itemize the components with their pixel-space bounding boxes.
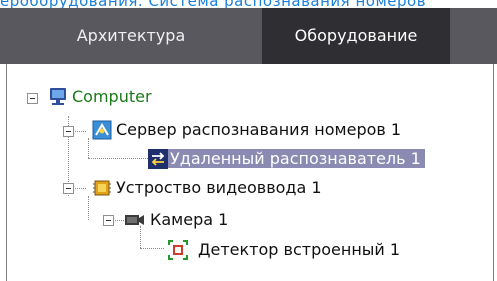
camera-icon bbox=[124, 211, 146, 229]
expander-video-device[interactable] bbox=[63, 183, 74, 194]
tree-line bbox=[88, 158, 148, 159]
tree-line bbox=[88, 138, 89, 158]
expander-computer[interactable] bbox=[27, 93, 38, 104]
tree-line bbox=[140, 226, 141, 248]
tree-node-video-device[interactable]: Устроство видеоввода 1 bbox=[116, 177, 322, 199]
tree-node-server[interactable]: Сервер распознавания номеров 1 bbox=[116, 119, 401, 141]
tree-node-remote-recognizer[interactable]: Удаленный распознаватель 1 bbox=[168, 148, 425, 170]
tree-node-label: Устроство видеоввода 1 bbox=[116, 178, 322, 197]
tree-node-camera[interactable]: Камера 1 bbox=[150, 209, 228, 231]
tree-node-detector[interactable]: Детектор встроенный 1 bbox=[198, 239, 400, 261]
remote-recognizer-icon bbox=[148, 149, 168, 169]
tree-line bbox=[88, 196, 89, 220]
tree-node-label: Камера 1 bbox=[150, 210, 229, 229]
tree-node-label: Computer bbox=[72, 87, 152, 106]
expander-server[interactable] bbox=[63, 126, 74, 137]
tree-node-label: Удаленный распознаватель 1 bbox=[168, 149, 425, 168]
computer-icon bbox=[48, 87, 66, 105]
tree-node-computer[interactable]: Computer bbox=[72, 86, 152, 108]
tree-node-label: Детектор встроенный 1 bbox=[198, 240, 401, 259]
detector-icon bbox=[168, 240, 188, 260]
expander-camera[interactable] bbox=[103, 215, 114, 226]
recognition-server-icon bbox=[92, 120, 112, 140]
hardware-tree: Computer Сервер распознавания номеров 1 … bbox=[0, 0, 497, 281]
tree-line bbox=[140, 248, 164, 249]
tree-node-label: Сервер распознавания номеров 1 bbox=[116, 120, 402, 139]
video-input-device-icon bbox=[92, 178, 111, 196]
